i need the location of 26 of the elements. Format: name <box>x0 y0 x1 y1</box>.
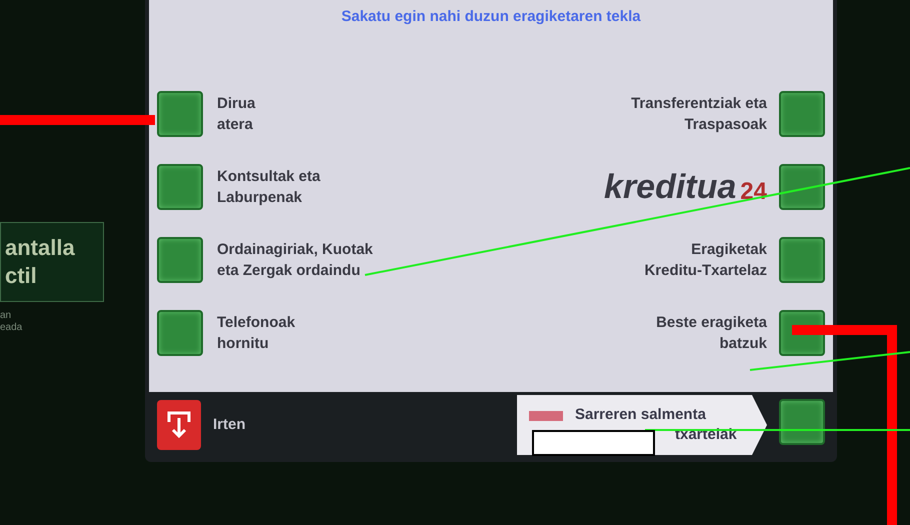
kreditua-logo: kreditua 24 <box>604 170 767 204</box>
option-key[interactable] <box>157 310 203 356</box>
option-key[interactable] <box>779 236 825 282</box>
option-key[interactable] <box>779 399 825 445</box>
sign-text: antalla <box>5 234 76 262</box>
option-label: Transferentziak eta Traspasoak <box>631 94 767 134</box>
sign-text: ctil <box>5 262 38 290</box>
option-label: Kontsultak eta Laburpenak <box>217 166 320 208</box>
sign-small-text: an <box>0 310 12 322</box>
option-key[interactable] <box>157 90 203 136</box>
option-key[interactable] <box>779 164 825 210</box>
promo-title: Sarreren salmenta <box>575 405 707 425</box>
option-label: Ordainagiriak, Kuotak eta Zergak ordaindu <box>217 240 373 280</box>
option-key[interactable] <box>157 164 203 210</box>
option-label: Beste eragiketa batzuk <box>656 312 767 354</box>
option-label: Eragiketak Kreditu-Txartelaz <box>644 240 767 280</box>
option-label: Dirua atera <box>217 94 256 134</box>
promo-icon <box>529 411 563 421</box>
prompt-text: Sakatu egin nahi duzun eragiketaren tekla <box>340 7 642 27</box>
exit-button[interactable]: Irten <box>157 400 246 450</box>
sign-small-text: eada <box>0 322 24 334</box>
exit-icon <box>166 410 192 440</box>
promo-subtitle: txartelak <box>675 425 737 445</box>
option-key[interactable] <box>779 90 825 136</box>
option-key[interactable] <box>157 236 203 282</box>
option-label: Telefonoak hornitu <box>217 312 296 354</box>
